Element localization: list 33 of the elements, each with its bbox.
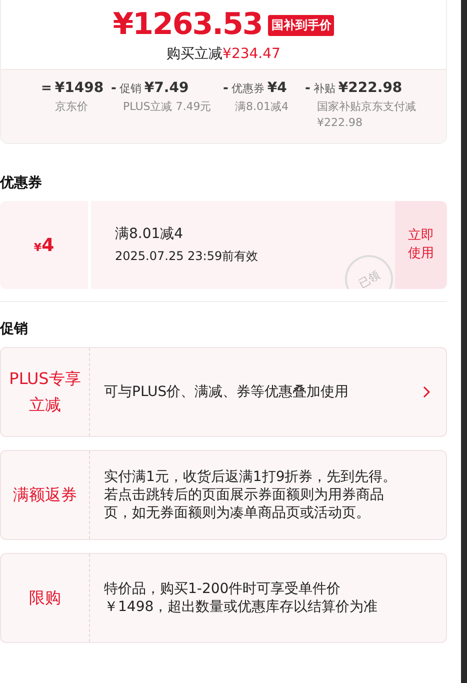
price-item-label: 补贴 [313,81,336,96]
promo-card[interactable]: PLUS专享立减 可与PLUS价、满减、券等优惠叠加使用 [0,347,447,437]
price-item-note: 京东价 [54,99,89,115]
promo-text: 实付满1元，收货后返满1打9折券，先到先得。若点击跳转后的页面展示券面额则为用券商品页，如无券面额则为凑单商品页或活动页。 [104,468,398,522]
price-item-note: PLUS立减 7.49元 [122,99,212,115]
saving-text: 购买立减¥234.47 [166,45,280,63]
promo-text: 特价品，购买1-200件时可享受单件价￥1498，超出数量或优惠库存以结算价为准 [104,580,379,616]
promo-label: 满额返券 [12,484,78,506]
coupon-amount: ¥4 [34,234,54,256]
coupon-condition: 满8.01减4 [115,225,184,244]
price-item-label: 促销 [119,81,142,96]
operator-sign: - [305,81,310,96]
price-item-value: ¥4 [267,80,287,96]
operator-sign: - [111,81,116,96]
promo-text: 可与PLUS价、满减、券等优惠叠加使用 [104,383,350,401]
price-item-value: ¥1498 [54,80,104,96]
use-now-button[interactable]: 立即使用 [395,201,447,289]
price-item-note: 满8.01减4 [234,99,290,115]
chevron-right-icon[interactable] [422,386,430,398]
price-item-value: ¥7.49 [144,80,189,96]
promo-label: 限购 [28,587,62,609]
price-badge: 国补到手价 [268,14,334,36]
price-item-label: 优惠券 [231,81,264,96]
promo-card[interactable]: 限购 特价品，购买1-200件时可享受单件价￥1498，超出数量或优惠库存以结算价为准 [0,553,447,643]
price-item-note: 国家补贴京东支付减¥222.98 [316,99,417,131]
operator-sign: - [223,81,228,96]
promo-card[interactable]: 满额返券 实付满1元，收货后返满1打9折券，先到先得。若点击跳转后的页面展示券面额则为用券商品页，如无券面额则为凑单商品页或活动页。 [0,450,447,540]
final-price: ¥1263.53 [112,6,262,44]
price-item-value: ¥222.98 [338,80,402,96]
promo-label: PLUS专享立减 [8,368,82,416]
operator-sign: = [41,81,52,96]
scrollbar[interactable] [461,0,467,683]
coupon-validity: 2025.07.25 23:59前有效 [115,248,260,265]
